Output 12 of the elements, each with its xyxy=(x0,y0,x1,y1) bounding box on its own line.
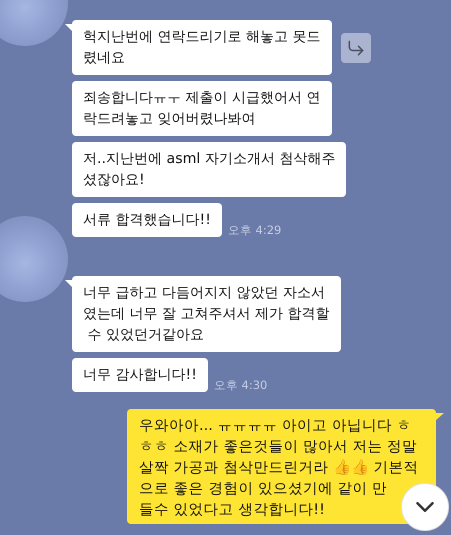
message-bubble: 너무 급하고 다듬어지지 않았던 자소서 였는데 너무 잘 고쳐주셔서 제가 합격할 수 있었던거같아요 xyxy=(72,276,341,352)
forward-icon xyxy=(346,38,366,58)
message-bubble: 헉지난번에 연락드리기로 해놓고 못드 렸네요 xyxy=(72,20,332,75)
message-bubble: 죄송합니다ㅠㅜ 제출이 시급했어서 연 락드려놓고 잊어버렸나봐여 xyxy=(72,81,332,136)
message-time: 오후 4:30 xyxy=(214,378,268,392)
message-time: 오후 4:29 xyxy=(228,223,282,237)
message-bubble: 저..지난번에 asml 자기소개서 첨삭해주 셨잖아요! xyxy=(72,142,346,197)
message-bubble: 너무 감사합니다!! xyxy=(72,358,208,392)
message-bubble: 우와아아... ㅠㅠㅠㅠ 아이고 아닙니다 ㅎㅎㅎ 소재가 좋은것들이 많아서 저는 정말 살짝 가공과 첨삭만드린거라 👍👍 기본적으로 좋은 경험이 있으셨기에 같이 만들수 있었다고 생각합니다!! xyxy=(127,409,436,524)
forward-button[interactable] xyxy=(340,32,371,62)
message-bubble: 서류 합격했습니다!! xyxy=(72,203,222,237)
scroll-down-button[interactable] xyxy=(401,483,449,531)
